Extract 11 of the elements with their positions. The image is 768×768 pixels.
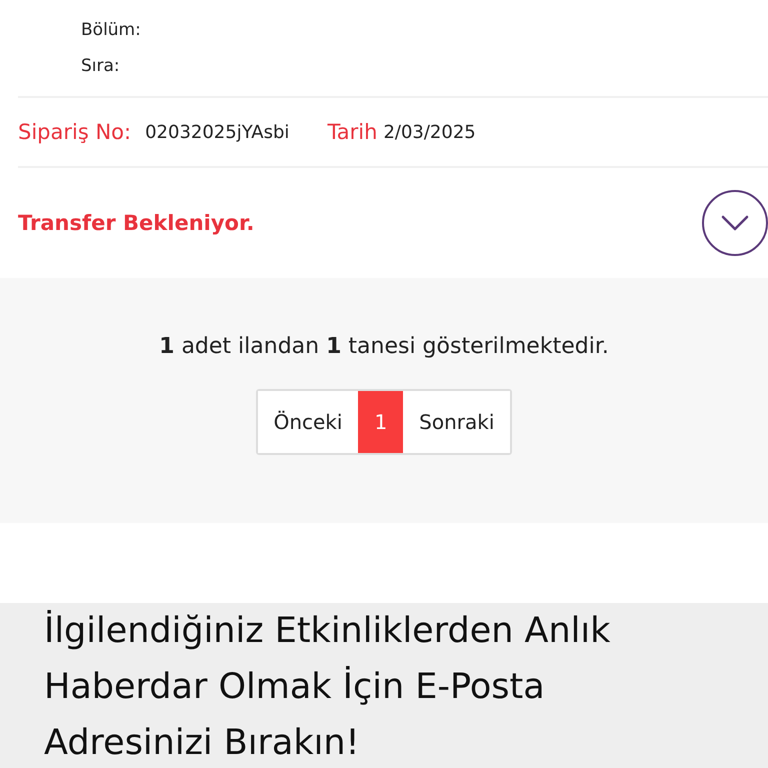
newsletter-heading: İlgilendiğiniz Etkinliklerden Anlık Haberdar Olmak İçin E-Posta Adresinizi Bırakın!: [44, 609, 612, 765]
date-label: Tarih: [327, 120, 378, 144]
order-number: 02032025jYAsbi: [145, 122, 290, 142]
seat-field-label: Bölüm:: [81, 19, 142, 42]
pagination-button[interactable]: 1: [358, 391, 404, 453]
order-date: 2/03/2025: [383, 122, 476, 142]
order-number-label: Sipariş No:: [18, 120, 132, 144]
results-summary: 1 adet ilandan 1 tanesi gösterilmektedir.: [159, 334, 609, 359]
seat-field-label: Sıra:: [81, 55, 121, 78]
chevron-icon: [720, 213, 750, 233]
order-status: Transfer Bekleniyor.: [18, 211, 254, 235]
